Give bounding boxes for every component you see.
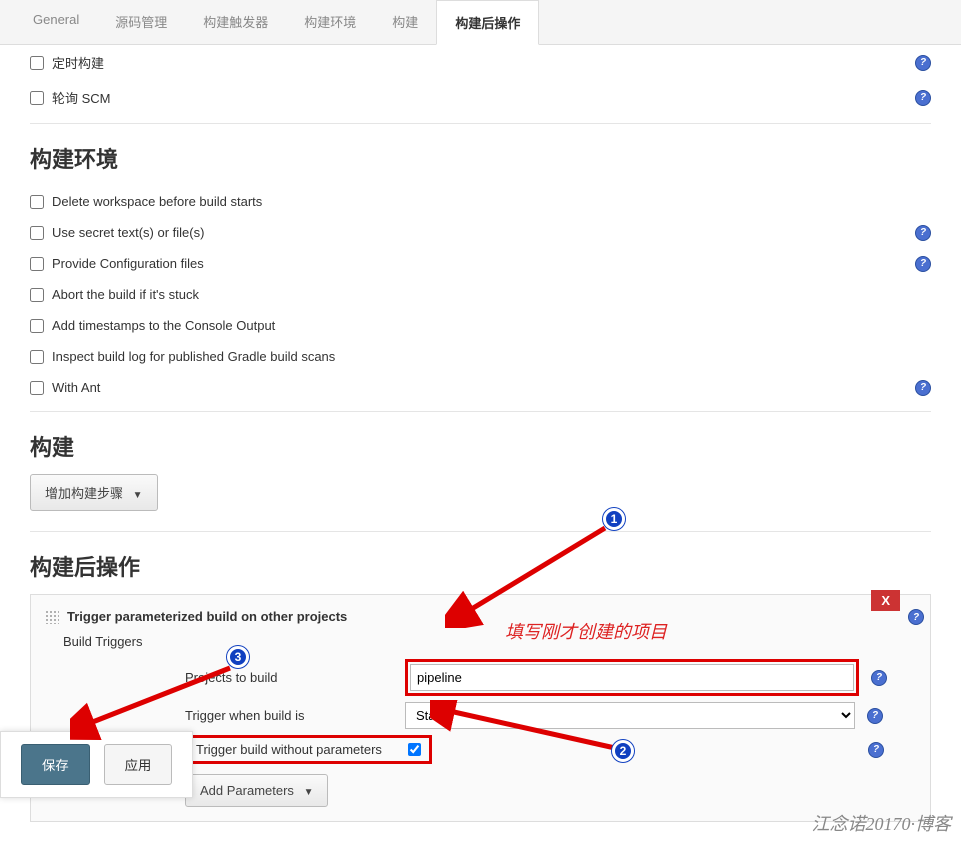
add-build-step-label: 增加构建步骤 xyxy=(45,486,123,501)
label-with-ant: With Ant xyxy=(52,380,100,395)
label-delete-workspace: Delete workspace before build starts xyxy=(52,194,262,209)
help-icon[interactable]: ? xyxy=(915,256,931,272)
row-trigger-when: Trigger when build is Stable ? xyxy=(185,702,916,729)
tab-build[interactable]: 构建 xyxy=(374,0,436,44)
add-parameters-label: Add Parameters xyxy=(200,783,294,798)
help-icon[interactable]: ? xyxy=(868,742,884,758)
row-abort-stuck: Abort the build if it's stuck xyxy=(30,279,931,310)
highlight-box-without-params: Trigger build without parameters xyxy=(185,735,432,764)
row-gradle-scan: Inspect build log for published Gradle b… xyxy=(30,341,931,372)
section-title-build: 构建 xyxy=(30,430,931,462)
caret-down-icon: ▼ xyxy=(304,787,314,798)
apply-button[interactable]: 应用 xyxy=(104,744,173,785)
input-projects-to-build[interactable] xyxy=(410,664,854,691)
checkbox-timed-build[interactable] xyxy=(30,56,44,70)
help-icon[interactable]: ? xyxy=(915,225,931,241)
watermark-text: 江念诺20170·博客 xyxy=(812,810,952,836)
add-build-step-button[interactable]: 增加构建步骤 ▼ xyxy=(30,474,158,511)
label-secret-text: Use secret text(s) or file(s) xyxy=(52,225,204,240)
row-trigger-without-params: Trigger build without parameters ? xyxy=(185,735,916,764)
build-triggers-label: Build Triggers xyxy=(63,634,916,649)
row-config-files: Provide Configuration files ? xyxy=(30,248,931,279)
callout-badge-2: 2 xyxy=(612,740,634,762)
section-title-build-env: 构建环境 xyxy=(30,142,931,174)
annotation-fill-project: 填写刚才创建的项目 xyxy=(505,618,667,644)
help-icon[interactable]: ? xyxy=(908,609,924,625)
tab-general[interactable]: General xyxy=(15,0,97,44)
label-timestamps: Add timestamps to the Console Output xyxy=(52,318,275,333)
tab-scm[interactable]: 源码管理 xyxy=(97,0,185,44)
label-config-files: Provide Configuration files xyxy=(52,256,204,271)
panel-header: Trigger parameterized build on other pro… xyxy=(45,609,916,624)
label-trigger-without-params: Trigger build without parameters xyxy=(196,742,408,757)
highlight-box-projects xyxy=(405,659,859,696)
divider xyxy=(30,531,931,532)
divider xyxy=(30,123,931,124)
row-projects-to-build: Projects to build ? xyxy=(185,659,916,696)
checkbox-trigger-without-params[interactable] xyxy=(408,743,421,756)
select-trigger-when[interactable]: Stable xyxy=(405,702,855,729)
label-gradle-scan: Inspect build log for published Gradle b… xyxy=(52,349,335,364)
checkbox-config-files[interactable] xyxy=(30,257,44,271)
save-button[interactable]: 保存 xyxy=(21,744,90,785)
label-abort-stuck: Abort the build if it's stuck xyxy=(52,287,199,302)
drag-handle-icon[interactable] xyxy=(45,610,59,624)
config-tabs: General 源码管理 构建触发器 构建环境 构建 构建后操作 xyxy=(0,0,961,45)
close-panel-button[interactable]: X xyxy=(871,590,900,611)
main-content: 定时构建 ? 轮询 SCM ? 构建环境 Delete workspace be… xyxy=(0,45,961,842)
checkbox-with-ant[interactable] xyxy=(30,381,44,395)
checkbox-abort-stuck[interactable] xyxy=(30,288,44,302)
label-projects-to-build: Projects to build xyxy=(185,670,405,685)
row-timed-build: 定时构建 ? xyxy=(30,45,931,80)
checkbox-poll-scm[interactable] xyxy=(30,91,44,105)
help-icon[interactable]: ? xyxy=(915,55,931,71)
row-secret-text: Use secret text(s) or file(s) ? xyxy=(30,217,931,248)
help-icon[interactable]: ? xyxy=(915,380,931,396)
label-poll-scm: 轮询 SCM xyxy=(52,88,111,107)
section-title-post-build: 构建后操作 xyxy=(30,550,931,582)
tab-triggers[interactable]: 构建触发器 xyxy=(185,0,286,44)
row-delete-workspace: Delete workspace before build starts xyxy=(30,186,931,217)
checkbox-timestamps[interactable] xyxy=(30,319,44,333)
add-parameters-button[interactable]: Add Parameters ▼ xyxy=(185,774,328,807)
checkbox-secret-text[interactable] xyxy=(30,226,44,240)
label-timed-build: 定时构建 xyxy=(52,53,104,72)
checkbox-gradle-scan[interactable] xyxy=(30,350,44,364)
tab-post-build[interactable]: 构建后操作 xyxy=(436,0,539,45)
panel-title: Trigger parameterized build on other pro… xyxy=(67,609,347,624)
callout-badge-1: 1 xyxy=(603,508,625,530)
row-with-ant: With Ant ? xyxy=(30,372,931,403)
divider xyxy=(30,411,931,412)
help-icon[interactable]: ? xyxy=(867,708,883,724)
row-poll-scm: 轮询 SCM ? xyxy=(30,80,931,115)
row-timestamps: Add timestamps to the Console Output xyxy=(30,310,931,341)
callout-badge-3: 3 xyxy=(227,646,249,668)
checkbox-delete-workspace[interactable] xyxy=(30,195,44,209)
caret-down-icon: ▼ xyxy=(133,490,143,501)
tab-build-env[interactable]: 构建环境 xyxy=(286,0,374,44)
help-icon[interactable]: ? xyxy=(915,90,931,106)
label-trigger-when: Trigger when build is xyxy=(185,708,405,723)
bottom-action-bar: 保存 应用 xyxy=(0,731,193,798)
help-icon[interactable]: ? xyxy=(871,670,887,686)
